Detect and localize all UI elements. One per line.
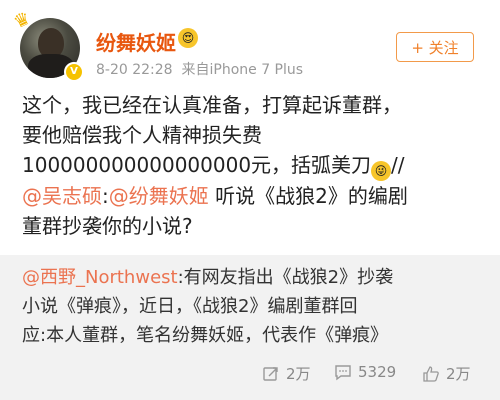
comment-count: 5329 <box>358 363 397 381</box>
post-content: 这个，我已经在认真准备，打算起诉董群， 要他赔偿我个人精神损失费 1000000… <box>22 90 482 241</box>
timestamp: 8-20 22:28 <box>96 62 173 78</box>
reposted-content[interactable]: @西野_Northwest:有网友指出《战狼2》抄袭 小说《弹痕》，近日，《战狼… <box>0 255 500 358</box>
post-line-3: 100000000000000000元，括弧美刀 😜// <box>22 150 482 181</box>
repost-button[interactable]: 2万 <box>262 363 311 384</box>
mention-link-1[interactable]: @吴志硕 <box>22 184 102 208</box>
post-meta: 8-20 22:28 来自iPhone 7 Plus <box>96 59 303 79</box>
post-line-2: 要他赔偿我个人精神损失费 <box>22 123 262 147</box>
repost-line-2: 小说《弹痕》，近日，《战狼2》编剧董群回 <box>22 296 358 317</box>
repost-count: 2万 <box>286 365 311 383</box>
repost-separator: // <box>391 153 405 177</box>
post-line-4-rest: 听说《战狼2》的编剧 <box>208 184 408 208</box>
comment-button[interactable]: 5329 <box>334 363 396 381</box>
verified-badge-icon: V <box>64 62 84 82</box>
repost-line-3: 应:本人董群，笔名纷舞妖姬，代表作《弹痕》 <box>22 325 389 346</box>
post-line-4: @吴志硕:@纷舞妖姬 听说《战狼2》的编剧 <box>22 184 408 208</box>
post-line-5: 董群抄袭你的小说? <box>22 214 193 238</box>
compensation-text: 100000000000000000元，括弧美刀 <box>22 153 372 177</box>
repost-mention-link[interactable]: @西野_Northwest <box>22 267 178 288</box>
thumbs-up-icon <box>423 365 439 382</box>
avatar-container[interactable]: ♛ V <box>10 8 84 82</box>
weibo-post-card: ♛ V 纷舞妖姬 😍 8-20 22:28 来自iPhone 7 Plus + … <box>0 0 500 255</box>
source-device: 来自iPhone 7 Plus <box>181 62 304 78</box>
repost-line-1: @西野_Northwest:有网友指出《战狼2》抄袭 <box>22 267 394 288</box>
like-button[interactable]: 2万 <box>422 363 471 384</box>
post-line-1: 这个，我已经在认真准备，打算起诉董群， <box>22 93 402 117</box>
like-count: 2万 <box>446 365 471 383</box>
comment-icon <box>335 365 351 381</box>
username[interactable]: 纷舞妖姬 <box>96 27 176 56</box>
follow-button[interactable]: + 关注 <box>396 32 474 62</box>
action-bar: 2万 5329 2万 <box>0 355 500 395</box>
repost-text: @西野_Northwest:有网友指出《战狼2》抄袭 小说《弹痕》，近日，《战狼… <box>22 263 480 350</box>
mention-link-2[interactable]: @纷舞妖姬 <box>109 184 209 208</box>
cute-face-icon: 😍 <box>178 28 198 48</box>
tongue-face-icon: 😜 <box>371 161 392 181</box>
repost-icon <box>263 366 278 381</box>
